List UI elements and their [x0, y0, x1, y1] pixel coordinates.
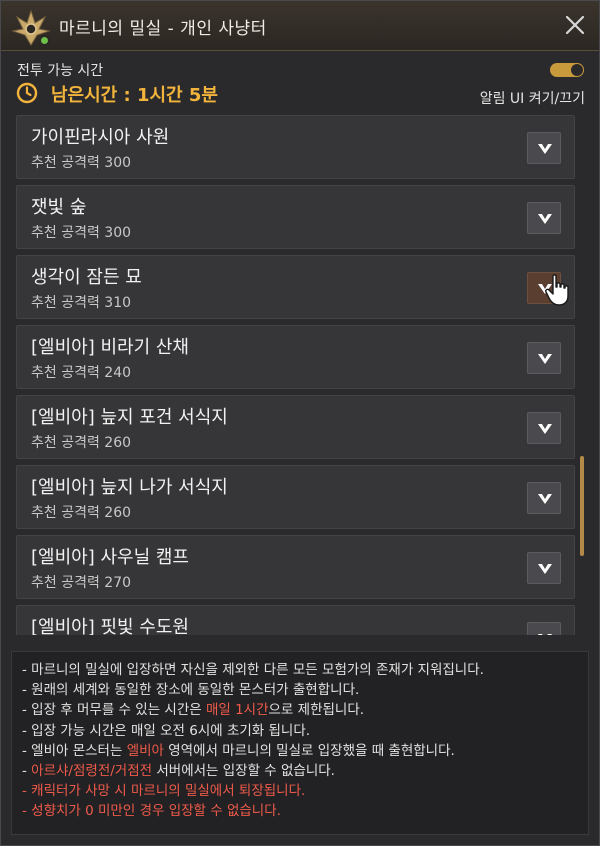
- note-line: - 아르샤/점령전/거점전 서버에서는 입장할 수 없습니다.: [22, 761, 578, 781]
- recommended-attack: 추천 공격력 260: [31, 505, 132, 521]
- dungeon-name: 잿빛 숲: [31, 197, 87, 218]
- list-item[interactable]: 생각이 잠든 묘 추천 공격력 310: [16, 255, 575, 319]
- note-line: - 원래의 세계와 동일한 장소에 동일한 몬스터가 출현합니다.: [22, 682, 360, 699]
- recommended-attack: 추천 공격력 260: [31, 435, 132, 451]
- expand-button[interactable]: [527, 412, 561, 444]
- close-icon[interactable]: [563, 13, 587, 37]
- dungeon-list[interactable]: 가이핀라시아 사원 추천 공격력 300 잿빛 숲 추천 공격력 300 생각이…: [11, 113, 589, 635]
- chevron-down-icon: [538, 564, 552, 574]
- note-highlight: 매일 1시간: [205, 702, 269, 719]
- notes-panel: - 마르니의 밀실에 입장하면 자신을 제외한 다른 모든 모험가의 존재가 지…: [11, 651, 589, 835]
- dungeon-name: [엘비아] 비라기 산채: [31, 337, 189, 358]
- chevron-down-icon: [538, 494, 552, 504]
- expand-button[interactable]: [527, 552, 561, 584]
- hand-pointer-icon: [545, 274, 569, 306]
- alarm-ui-toggle-label: 알림 UI 켜기/끄기: [479, 91, 585, 107]
- chevron-down-icon: [538, 144, 552, 154]
- list-item[interactable]: [엘비아] 늪지 나가 서식지 추천 공격력 260: [16, 465, 575, 529]
- note-line: - 입장 후 머무를 수 있는 시간은 매일 1시간으로 제한됩니다.: [22, 700, 578, 720]
- recommended-attack: 추천 공격력 310: [31, 295, 132, 311]
- list-scrollbar[interactable]: [580, 456, 584, 556]
- expand-button[interactable]: [527, 482, 561, 514]
- note-line: - 캐릭터가 사망 시 마르니의 밀실에서 퇴장됩니다.: [22, 783, 306, 800]
- list-item[interactable]: [엘비아] 비라기 산채 추천 공격력 240: [16, 325, 575, 389]
- alarm-ui-toggle[interactable]: [550, 63, 584, 77]
- dungeon-name: [엘비아] 사우닐 캠프: [31, 547, 189, 568]
- note-text: - 엘비아 몬스터는: [22, 742, 127, 759]
- note-text: 서버에서는 입장할 수 없습니다.: [152, 763, 335, 780]
- chevron-down-icon: [538, 634, 552, 635]
- dungeon-name: [엘비아] 늪지 포건 서식지: [31, 407, 228, 428]
- toggle-knob: [571, 64, 583, 76]
- list-item[interactable]: [엘비아] 핏빛 수도원: [16, 605, 575, 635]
- recommended-attack: 추천 공격력 300: [31, 155, 132, 171]
- expand-button[interactable]: [527, 622, 561, 635]
- expand-button[interactable]: [527, 132, 561, 164]
- remaining-time: 남은시간 : 1시간 5분: [51, 85, 218, 106]
- note-text: -: [22, 763, 32, 780]
- list-item[interactable]: [엘비아] 사우닐 캠프 추천 공격력 270: [16, 535, 575, 599]
- expand-button[interactable]: [527, 202, 561, 234]
- note-highlight: 엘비아: [126, 742, 164, 759]
- recommended-attack: 추천 공격력 300: [31, 225, 132, 241]
- list-item[interactable]: 가이핀라시아 사원 추천 공격력 300: [16, 115, 575, 179]
- clock-icon: [16, 82, 38, 104]
- chevron-down-icon: [538, 354, 552, 364]
- chevron-down-icon: [538, 424, 552, 434]
- note-line: - 마르니의 밀실에 입장하면 자신을 제외한 다른 모든 모험가의 존재가 지…: [22, 662, 484, 678]
- note-text: - 입장 후 머무를 수 있는 시간은: [22, 702, 206, 719]
- expand-button[interactable]: [527, 342, 561, 374]
- note-line: - 엘비아 몬스터는 엘비아 영역에서 마르니의 밀실로 입장했을 때 출현합니…: [22, 741, 578, 761]
- list-item[interactable]: 잿빛 숲 추천 공격력 300: [16, 185, 575, 249]
- note-text: 영역에서 마르니의 밀실로 입장했을 때 출현합니다.: [163, 742, 455, 759]
- combat-time-label: 전투 가능 시간: [17, 63, 104, 79]
- dungeon-name: 생각이 잠든 묘: [31, 267, 142, 288]
- note-line: - 성향치가 0 미만인 경우 입장할 수 없습니다.: [22, 803, 281, 820]
- online-status-dot: [39, 35, 50, 46]
- list-item[interactable]: [엘비아] 늪지 포건 서식지 추천 공격력 260: [16, 395, 575, 459]
- window-title: 마르니의 밀실 - 개인 사냥터: [59, 19, 267, 39]
- recommended-attack: 추천 공격력 240: [31, 365, 132, 381]
- dungeon-name: 가이핀라시아 사원: [31, 127, 170, 148]
- note-highlight: 아르샤/점령전/거점전: [31, 763, 153, 780]
- header: 전투 가능 시간 남은시간 : 1시간 5분 알림 UI 켜기/끄기: [1, 52, 599, 112]
- note-line: - 입장 가능 시간은 매일 오전 6시에 초기화 됩니다.: [22, 722, 311, 739]
- dungeon-name: [엘비아] 늪지 나가 서식지: [31, 477, 228, 498]
- dungeon-name: [엘비아] 핏빛 수도원: [31, 617, 189, 635]
- marni-room-window: 마르니의 밀실 - 개인 사냥터 전투 가능 시간 남은시간 : 1시간 5분 …: [0, 0, 600, 846]
- title-bar[interactable]: 마르니의 밀실 - 개인 사냥터: [1, 1, 599, 51]
- recommended-attack: 추천 공격력 270: [31, 575, 132, 591]
- chevron-down-icon: [538, 214, 552, 224]
- note-text: 으로 제한됩니다.: [268, 702, 365, 719]
